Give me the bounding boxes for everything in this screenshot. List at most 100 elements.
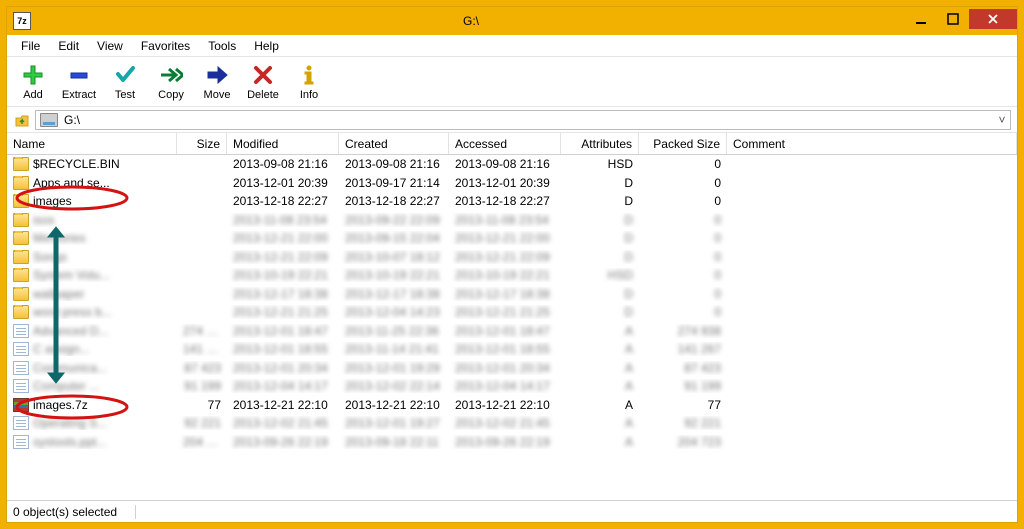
file-packed: 92 221: [639, 416, 727, 430]
menu-tools[interactable]: Tools: [200, 37, 244, 55]
file-modified: 2013-09-26 22:19: [227, 435, 339, 449]
list-item[interactable]: Apps and se...2013-12-01 20:392013-09-17…: [7, 174, 1017, 193]
list-item[interactable]: Computer ...91 1992013-12-04 14:172013-1…: [7, 377, 1017, 396]
file-created: 2013-10-19 22:21: [339, 268, 449, 282]
file-accessed: 2013-12-21 21:25: [449, 305, 561, 319]
file-attributes: A: [561, 416, 639, 430]
file-attributes: D: [561, 194, 639, 208]
col-comment[interactable]: Comment: [727, 133, 1017, 154]
address-combo[interactable]: ˅: [35, 110, 1011, 130]
menu-help[interactable]: Help: [246, 37, 287, 55]
col-attributes[interactable]: Attributes: [561, 133, 639, 154]
file-attributes: D: [561, 213, 639, 227]
col-size[interactable]: Size: [177, 133, 227, 154]
move-label: Move: [204, 89, 231, 101]
extract-button[interactable]: Extract: [57, 59, 101, 105]
move-button[interactable]: Move: [195, 59, 239, 105]
list-item[interactable]: C assign...141 2672013-12-01 18:552013-1…: [7, 340, 1017, 359]
list-item[interactable]: wallpaper2013-12-17 18:382013-12-17 18:3…: [7, 285, 1017, 304]
file-accessed: 2013-12-18 22:27: [449, 194, 561, 208]
file-accessed: 2013-11-08 23:54: [449, 213, 561, 227]
file-size: 141 267: [177, 342, 227, 356]
col-name[interactable]: Name: [7, 133, 177, 154]
file-attributes: D: [561, 250, 639, 264]
list-item[interactable]: Advanced D...274 9382013-12-01 18:472013…: [7, 322, 1017, 341]
menu-favorites[interactable]: Favorites: [133, 37, 198, 55]
file-created: 2013-09-17 21:14: [339, 176, 449, 190]
list-item[interactable]: System Volu... 2013-10-19 22:212013-10-19…: [7, 266, 1017, 285]
menu-file[interactable]: File: [13, 37, 48, 55]
col-packed[interactable]: Packed Size: [639, 133, 727, 154]
file-created: 2013-10-07 18:12: [339, 250, 449, 264]
file-name: Songs: [33, 250, 67, 264]
menu-view[interactable]: View: [89, 37, 131, 55]
menu-bar: File Edit View Favorites Tools Help: [7, 35, 1017, 57]
arrow-right-solid-icon: [205, 63, 229, 87]
file-packed: 0: [639, 287, 727, 301]
list-item[interactable]: isos2013-11-08 23:542013-09-22 22:092013…: [7, 211, 1017, 230]
list-item[interactable]: images2013-12-18 22:272013-12-18 22:2720…: [7, 192, 1017, 211]
file-accessed: 2013-12-01 18:47: [449, 324, 561, 338]
file-modified: 2013-10-19 22:21: [227, 268, 339, 282]
up-folder-icon[interactable]: [13, 111, 31, 129]
file-icon: [13, 342, 29, 356]
status-selection: 0 object(s) selected: [13, 505, 129, 519]
file-created: 2013-09-18 22:11: [339, 435, 449, 449]
file-created: 2013-11-25 22:36: [339, 324, 449, 338]
file-name: images: [33, 194, 72, 208]
file-packed: 0: [639, 157, 727, 171]
file-name: Communica...: [33, 361, 107, 375]
file-attributes: A: [561, 435, 639, 449]
copy-button[interactable]: Copy: [149, 59, 193, 105]
maximize-button[interactable]: [937, 9, 969, 29]
list-item[interactable]: Memories2013-12-21 22:002013-09-15 22:04…: [7, 229, 1017, 248]
file-icon: [13, 361, 29, 375]
list-item[interactable]: Songs2013-12-21 22:092013-10-07 18:12201…: [7, 248, 1017, 267]
file-name: System Volu...: [33, 268, 110, 282]
app-icon: 7z: [13, 12, 31, 30]
file-attributes: HSD: [561, 268, 639, 282]
file-icon: [13, 324, 29, 338]
file-modified: 2013-09-08 21:16: [227, 157, 339, 171]
info-button[interactable]: Info: [287, 59, 331, 105]
minimize-button[interactable]: [905, 9, 937, 29]
file-modified: 2013-12-21 22:10: [227, 398, 339, 412]
col-accessed[interactable]: Accessed: [449, 133, 561, 154]
list-item[interactable]: images.7z772013-12-21 22:102013-12-21 22…: [7, 396, 1017, 415]
col-created[interactable]: Created: [339, 133, 449, 154]
file-modified: 2013-12-18 22:27: [227, 194, 339, 208]
toolbar: Add Extract Test Copy Move Delete Info: [7, 57, 1017, 107]
delete-button[interactable]: Delete: [241, 59, 285, 105]
list-item[interactable]: Operating S...92 2212013-12-02 21:452013…: [7, 414, 1017, 433]
list-item[interactable]: word press b...2013-12-21 21:252013-12-0…: [7, 303, 1017, 322]
archive-icon: [13, 398, 29, 412]
list-item[interactable]: Communica...87 4232013-12-01 20:342013-1…: [7, 359, 1017, 378]
menu-edit[interactable]: Edit: [50, 37, 87, 55]
file-modified: 2013-12-01 20:39: [227, 176, 339, 190]
file-packed: 77: [639, 398, 727, 412]
file-icon: [13, 416, 29, 430]
file-created: 2013-12-04 14:23: [339, 305, 449, 319]
col-modified[interactable]: Modified: [227, 133, 339, 154]
file-modified: 2013-12-21 22:09: [227, 250, 339, 264]
chevron-down-icon[interactable]: ˅: [994, 113, 1010, 127]
info-label: Info: [300, 89, 318, 101]
file-accessed: 2013-12-04 14:17: [449, 379, 561, 393]
file-attributes: D: [561, 176, 639, 190]
file-size: 77: [177, 398, 227, 412]
list-item[interactable]: systools.ppt...204 7232013-09-26 22:1920…: [7, 433, 1017, 452]
delete-label: Delete: [247, 89, 279, 101]
list-item[interactable]: $RECYCLE.BIN2013-09-08 21:162013-09-08 2…: [7, 155, 1017, 174]
file-packed: 87 423: [639, 361, 727, 375]
file-packed: 0: [639, 305, 727, 319]
test-button[interactable]: Test: [103, 59, 147, 105]
add-label: Add: [23, 89, 43, 101]
add-button[interactable]: Add: [11, 59, 55, 105]
file-attributes: A: [561, 342, 639, 356]
address-input[interactable]: [62, 113, 994, 127]
arrow-right-icon: [159, 63, 183, 87]
close-button[interactable]: [969, 9, 1017, 29]
file-packed: 0: [639, 194, 727, 208]
file-list[interactable]: $RECYCLE.BIN2013-09-08 21:162013-09-08 2…: [7, 155, 1017, 500]
file-name: Computer ...: [33, 379, 99, 393]
